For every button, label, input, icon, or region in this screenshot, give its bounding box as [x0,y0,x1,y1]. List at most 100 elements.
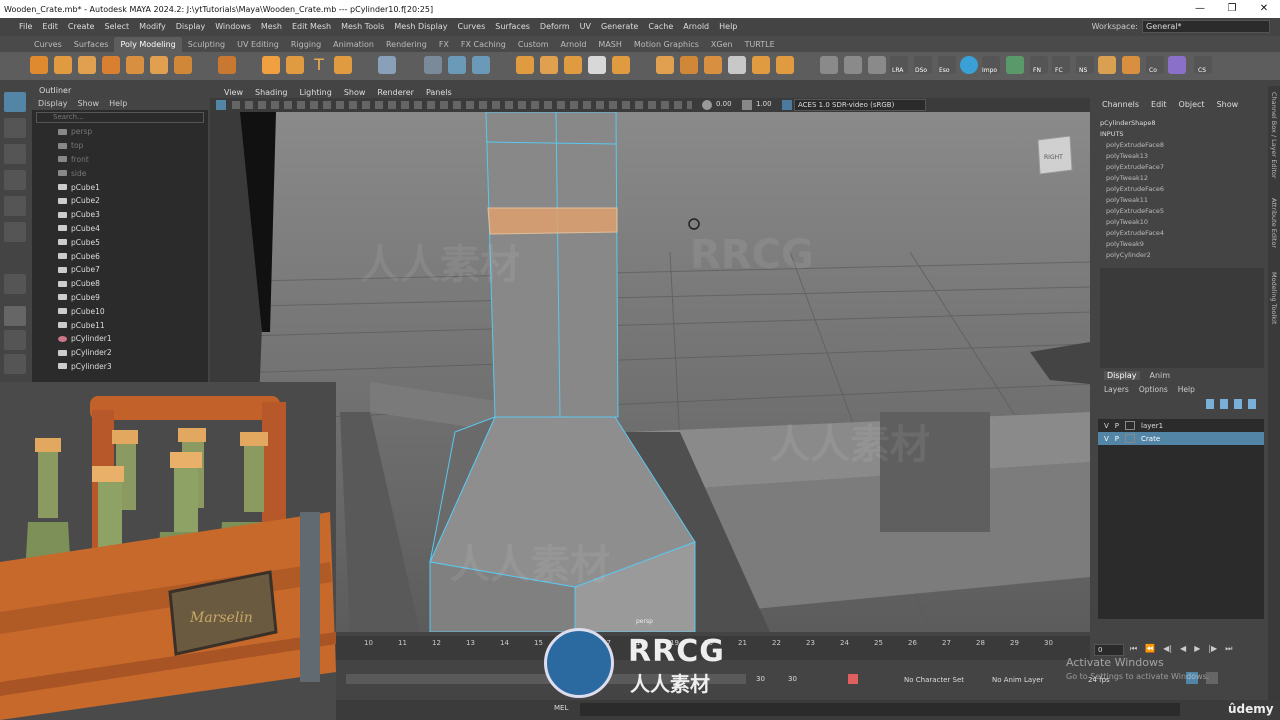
reduce-icon[interactable] [564,56,582,74]
combine-icon[interactable] [378,56,396,74]
menu-modify[interactable]: Modify [134,22,171,31]
help-menu[interactable]: Help [1178,385,1195,394]
edit-menu[interactable]: Edit [1151,100,1167,109]
tab-anim[interactable]: Anim [1150,371,1171,380]
sweep-mesh-icon[interactable] [286,56,304,74]
shelf-tab-uv-editing[interactable]: UV Editing [231,37,285,52]
current-frame-field[interactable]: 0 [1094,644,1124,656]
poly-plane-icon[interactable] [150,56,168,74]
shelf-tab-arnold[interactable]: Arnold [555,37,593,52]
shelf-tool-a-icon[interactable] [1098,56,1116,74]
layout-two-icon[interactable] [4,354,26,374]
input-node[interactable]: polyCylinder2 [1100,250,1260,261]
slide-edge-icon[interactable] [868,56,886,74]
outliner-item[interactable]: pCylinder1 [32,332,208,346]
layer-name[interactable]: Crate [1141,435,1160,443]
menu-uv[interactable]: UV [575,22,596,31]
bridge-icon[interactable] [612,56,630,74]
gamma-value[interactable]: 1.00 [756,100,772,108]
outliner-item[interactable]: pCube4 [32,222,208,236]
shape-node[interactable]: pCylinderShape8 [1100,118,1260,129]
menu-mesh-tools[interactable]: Mesh Tools [336,22,389,31]
selected-face-band[interactable] [487,207,618,235]
camera-select-icon[interactable] [216,100,226,110]
play-back-icon[interactable]: ◀ [1180,644,1186,656]
shelf-tab-poly-modeling[interactable]: Poly Modeling [114,37,182,52]
outliner-menu-display[interactable]: Display [38,99,68,108]
maximize-button[interactable]: ❐ [1216,0,1248,18]
target-weld-icon[interactable] [752,56,770,74]
minimize-button[interactable]: — [1184,0,1216,18]
outliner-item[interactable]: pCube2 [32,194,208,208]
shelf-tab-curves[interactable]: Curves [28,37,68,52]
side-tab-modeling-toolkit[interactable]: Modeling Toolkit [1270,272,1278,324]
svg-tool-icon[interactable] [334,56,352,74]
menu-cache[interactable]: Cache [643,22,678,31]
outliner-item[interactable]: persp [32,125,208,139]
outliner-menu-show[interactable]: Show [78,99,100,108]
viewport-menu-lighting[interactable]: Lighting [293,88,337,97]
input-node[interactable]: polyExtrudeFace5 [1100,206,1260,217]
input-node[interactable]: polyExtrudeFace8 [1100,140,1260,151]
exposure-value[interactable]: 0.00 [716,100,732,108]
input-node[interactable]: polyTweak11 [1100,195,1260,206]
uv-checker-icon[interactable] [1168,56,1186,74]
shelf-tab-animation[interactable]: Animation [327,37,380,52]
viewport-menu-view[interactable]: View [218,88,249,97]
bevel-icon[interactable] [680,56,698,74]
layer-name[interactable]: layer1 [1141,422,1163,430]
menu-arnold[interactable]: Arnold [678,22,714,31]
super-shape-icon[interactable] [262,56,280,74]
next-key-icon[interactable]: |▶ [1208,644,1217,656]
mirror-icon[interactable] [472,56,490,74]
options-menu[interactable]: Options [1139,385,1168,394]
menu-surfaces[interactable]: Surfaces [490,22,535,31]
play-forward-icon[interactable]: ▶ [1194,644,1200,656]
anim-layer-dropdown[interactable]: No Anim Layer [992,676,1043,684]
scale-tool-icon[interactable] [4,222,26,242]
connect-icon[interactable] [776,56,794,74]
show-menu[interactable]: Show [1217,100,1239,109]
side-tab-channel-box[interactable]: Channel Box / Layer Editor [1270,92,1278,179]
color-space-dropdown[interactable]: ACES 1.0 SDR-video (sRGB) [794,99,926,111]
menu-curves[interactable]: Curves [452,22,490,31]
color-management-icon[interactable] [782,100,792,110]
viewport-menu-shading[interactable]: Shading [249,88,294,97]
input-node[interactable]: polyExtrudeFace7 [1100,162,1260,173]
pivot-icon[interactable] [1006,56,1024,74]
shelf-tool-b-icon[interactable] [1122,56,1140,74]
viewport-scene[interactable]: RIGHT persp [210,112,1090,632]
menu-mesh[interactable]: Mesh [256,22,287,31]
animation-end-field[interactable]: 30 [788,675,797,683]
poly-torus-icon[interactable] [126,56,144,74]
auto-key-icon[interactable] [848,674,858,684]
select-tool-icon[interactable] [4,92,26,112]
menu-deform[interactable]: Deform [535,22,575,31]
menu-file[interactable]: File [14,22,37,31]
extract-icon[interactable] [540,56,558,74]
viewport-menu-show[interactable]: Show [338,88,372,97]
menu-help[interactable]: Help [714,22,742,31]
exposure-icon[interactable] [702,100,712,110]
outliner-item[interactable]: pCube6 [32,249,208,263]
sphere-blue-icon[interactable] [960,56,978,74]
viewport-icon-strip[interactable] [232,101,692,109]
layer-action-icons[interactable] [1206,399,1262,409]
extrude-icon[interactable] [656,56,674,74]
outliner-item[interactable]: pCylinder2 [32,346,208,360]
input-node[interactable]: polyTweak9 [1100,239,1260,250]
shelf-tab-fx-caching[interactable]: FX Caching [455,37,512,52]
playback-toggle[interactable]: P [1115,435,1119,443]
outliner-item[interactable]: pCube10 [32,304,208,318]
shelf-tab-mash[interactable]: MASH [592,37,627,52]
layer-row[interactable]: V P layer1 [1098,419,1264,432]
layer-row[interactable]: V P Crate [1098,432,1264,445]
menu-edit-mesh[interactable]: Edit Mesh [287,22,336,31]
input-node[interactable]: polyExtrudeFace4 [1100,228,1260,239]
shelf-tab-turtle[interactable]: TURTLE [739,37,781,52]
visibility-toggle[interactable]: V [1104,422,1109,430]
close-button[interactable]: ✕ [1248,0,1280,18]
menu-create[interactable]: Create [63,22,100,31]
shelf-tab-motion-graphics[interactable]: Motion Graphics [628,37,705,52]
outliner-item[interactable]: pCube1 [32,180,208,194]
